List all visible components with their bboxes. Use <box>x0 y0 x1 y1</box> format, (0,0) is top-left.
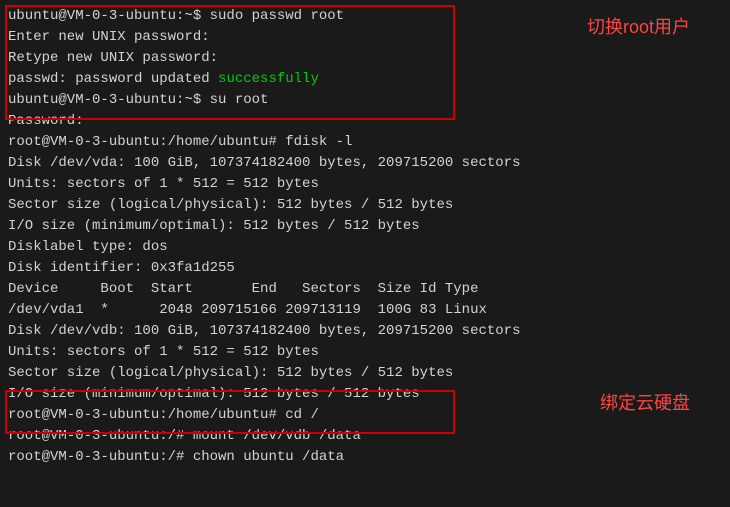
terminal: 切换root用户 绑定云硬盘 ubuntu@VM-0-3-ubuntu:~$ s… <box>0 0 730 507</box>
terminal-line: Disk /dev/vda: 100 GiB, 107374182400 byt… <box>8 153 722 174</box>
success-text: successfully <box>218 71 319 87</box>
terminal-line: Disk /dev/vdb: 100 GiB, 107374182400 byt… <box>8 321 722 342</box>
terminal-line: Retype new UNIX password: <box>8 48 722 69</box>
terminal-line: /dev/vda1 * 2048 209715166 209713119 100… <box>8 300 722 321</box>
terminal-line: I/O size (minimum/optimal): 512 bytes / … <box>8 216 722 237</box>
terminal-line: ubuntu@VM-0-3-ubuntu:~$ su root <box>8 90 722 111</box>
terminal-line: Units: sectors of 1 * 512 = 512 bytes <box>8 342 722 363</box>
terminal-line: Disk identifier: 0x3fa1d255 <box>8 258 722 279</box>
label-bind-disk: 绑定云硬盘 <box>600 390 690 417</box>
terminal-line: Sector size (logical/physical): 512 byte… <box>8 363 722 384</box>
label-switch-root: 切换root用户 <box>587 14 690 41</box>
terminal-line: Sector size (logical/physical): 512 byte… <box>8 195 722 216</box>
terminal-line: Disklabel type: dos <box>8 237 722 258</box>
terminal-line: root@VM-0-3-ubuntu:/# mount /dev/vdb /da… <box>8 426 722 447</box>
terminal-line: Password: <box>8 111 722 132</box>
terminal-line: passwd: password updated successfully <box>8 69 722 90</box>
terminal-line: Device Boot Start End Sectors Size Id Ty… <box>8 279 722 300</box>
terminal-line: Units: sectors of 1 * 512 = 512 bytes <box>8 174 722 195</box>
terminal-line: root@VM-0-3-ubuntu:/home/ubuntu# fdisk -… <box>8 132 722 153</box>
terminal-line: root@VM-0-3-ubuntu:/# chown ubuntu /data <box>8 447 722 468</box>
